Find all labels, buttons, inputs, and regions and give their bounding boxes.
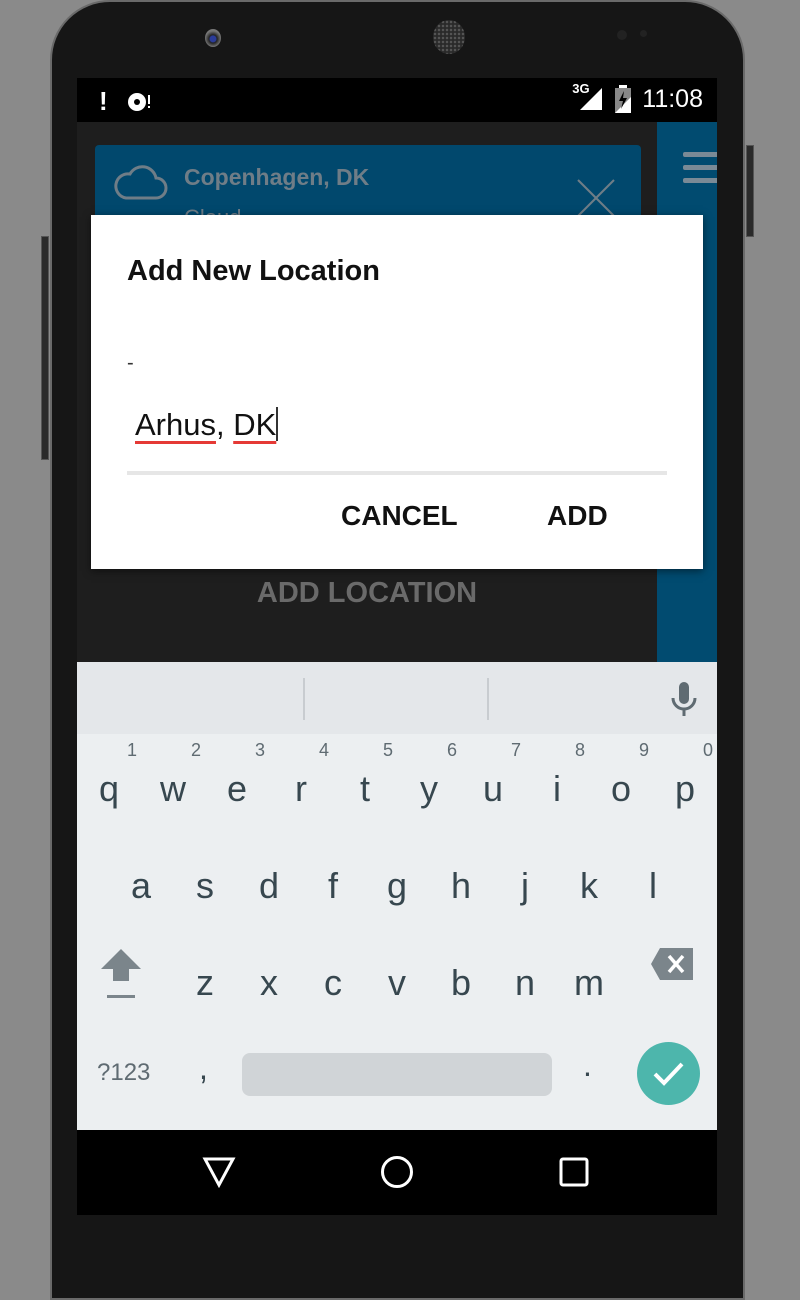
key-f[interactable]: f [301,865,365,907]
key-label: e [226,768,248,809]
key-j[interactable]: j [493,865,557,907]
key-hint-number: 8 [574,740,585,760]
add-location-dialog: Add New Location - Arhus, DK CANCEL ADD [91,215,703,569]
key-label: u [482,768,504,809]
back-triangle-icon[interactable] [202,1156,236,1188]
key-hint-number: 3 [254,740,265,760]
key-label: t [359,768,370,809]
key-d[interactable]: d [237,865,301,907]
key-c[interactable]: c [301,962,365,1004]
key-a[interactable]: a [109,865,173,907]
key-hint-number: 2 [190,740,201,760]
device-screen: ! 3G 11:08 Copenhagen, DK ADD LOCATION A… [77,78,717,1215]
shift-icon[interactable] [99,947,143,1003]
light-sensor-icon [640,30,647,37]
power-button [746,145,754,237]
key-y[interactable]: 6y [397,740,461,810]
proximity-sensor-icon [617,30,627,40]
key-g[interactable]: g [365,865,429,907]
key-i[interactable]: 8i [525,740,589,810]
key-v[interactable]: v [365,962,429,1004]
period-key[interactable]: . [583,1047,592,1084]
key-x[interactable]: x [237,962,301,1004]
misspelled-word: Arhus [135,407,216,442]
navigation-bar [77,1130,717,1215]
space-bar[interactable] [242,1053,552,1096]
suggestion-strip [77,662,717,734]
key-label: q [98,768,120,809]
key-m[interactable]: m [557,962,621,1004]
key-h[interactable]: h [429,865,493,907]
key-label: p [674,768,696,809]
add-button[interactable]: ADD [547,500,608,532]
key-label: r [295,768,307,809]
key-p[interactable]: 0p [653,740,717,810]
key-label: i [553,768,561,809]
key-hint-number: 1 [126,740,137,760]
recents-square-icon[interactable] [559,1157,589,1187]
checkmark-icon [653,1062,684,1086]
key-label: o [610,768,632,809]
key-z[interactable]: z [173,962,237,1004]
enter-button[interactable] [637,1042,700,1105]
location-input[interactable]: Arhus, DK [135,407,279,443]
key-hint-number: 0 [702,740,713,760]
key-hint-number: 9 [638,740,649,760]
text-cursor [276,407,279,441]
key-b[interactable]: b [429,962,493,1004]
cancel-button[interactable]: CANCEL [341,500,458,532]
soft-keyboard: 1q2w3e4r5t6y7u8i9o0p asdfghjkl zxcvbnm ?… [77,662,717,1130]
dialog-title: Add New Location [127,255,380,287]
key-e[interactable]: 3e [205,740,269,810]
key-r[interactable]: 4r [269,740,333,810]
backspace-icon[interactable] [650,947,694,981]
key-o[interactable]: 9o [589,740,653,810]
volume-button [41,236,49,460]
key-hint-number: 4 [318,740,329,760]
key-u[interactable]: 7u [461,740,525,810]
key-hint-number: 6 [446,740,457,760]
earpiece-speaker-icon [433,20,465,54]
suggestion-divider [487,678,489,720]
key-hint-number: 7 [510,740,521,760]
home-circle-icon[interactable] [380,1155,414,1189]
key-k[interactable]: k [557,865,621,907]
misspelled-word: DK [233,407,277,442]
key-row-2: asdfghjkl [77,855,717,951]
dialog-scrim: Add New Location - Arhus, DK CANCEL ADD [77,78,717,662]
key-l[interactable]: l [621,865,685,907]
comma-key[interactable]: , [199,1050,208,1087]
key-row-1: 1q2w3e4r5t6y7u8i9o0p [77,740,717,854]
input-underline [127,471,667,475]
key-row-3: zxcvbnm [77,948,717,1048]
key-s[interactable]: s [173,865,237,907]
input-hint-dash: - [127,352,134,374]
key-n[interactable]: n [493,962,557,1004]
key-w[interactable]: 2w [141,740,205,810]
key-q[interactable]: 1q [77,740,141,810]
suggestion-divider [303,678,305,720]
symbols-key[interactable]: ?123 [97,1059,150,1087]
key-t[interactable]: 5t [333,740,397,810]
front-camera-icon [205,29,221,47]
microphone-icon[interactable] [671,682,697,718]
key-label: y [420,768,438,809]
key-hint-number: 5 [382,740,393,760]
key-label: w [160,768,186,809]
